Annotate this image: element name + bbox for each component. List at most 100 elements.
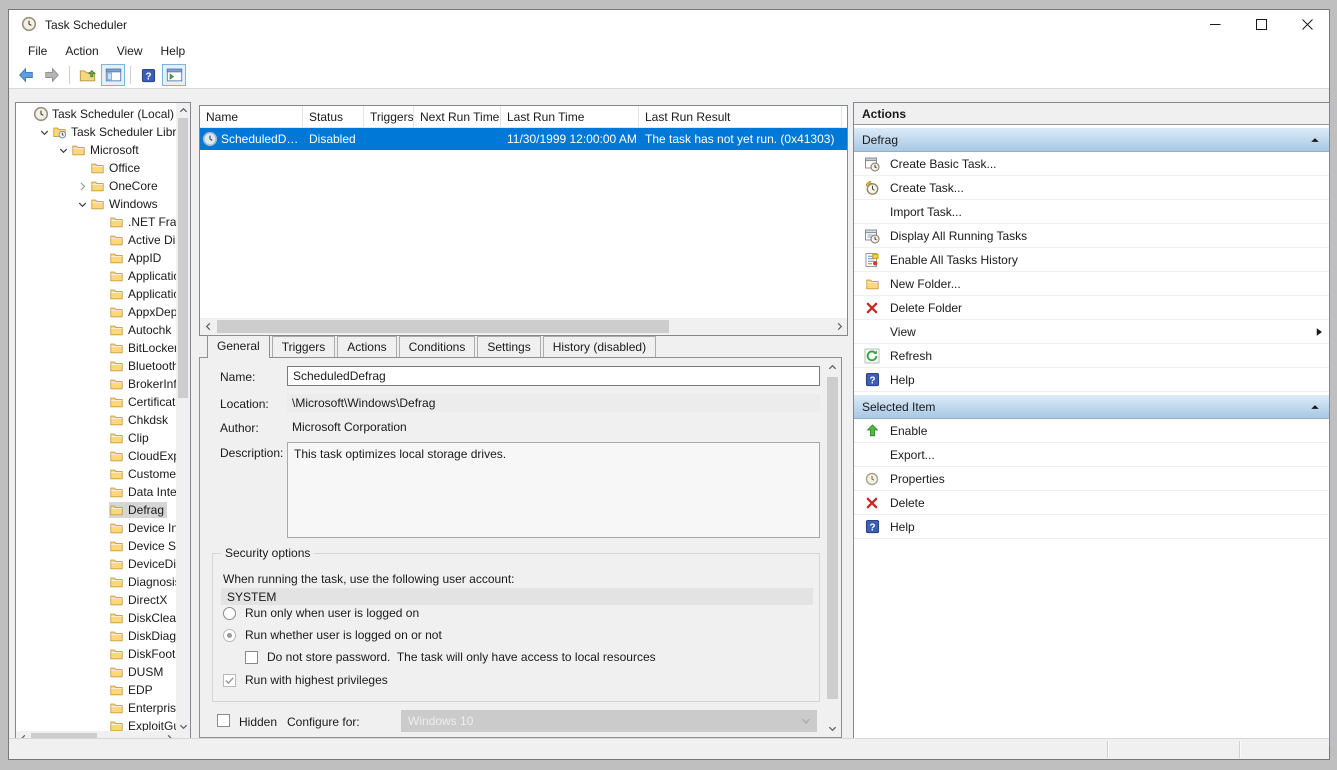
collapse-icon[interactable] <box>1309 401 1321 413</box>
tree-item-active-directory-rights[interactable]: Active Directory Rights <box>16 231 176 249</box>
action-item-create-basic-task[interactable]: Create Basic Task... <box>854 152 1329 176</box>
tree-item-chkdsk[interactable]: Chkdsk <box>16 411 176 429</box>
details-vertical-scrollbar[interactable] <box>825 360 840 736</box>
tree-item-net-framework[interactable]: .NET Framework <box>16 213 176 231</box>
tree-item-edp[interactable]: EDP <box>16 681 176 699</box>
action-item-enable[interactable]: Enable <box>854 419 1329 443</box>
help-button[interactable]: ? <box>136 64 160 86</box>
tab-conditions[interactable]: Conditions <box>399 336 476 357</box>
action-item-properties[interactable]: Properties <box>854 467 1329 491</box>
radio-unchecked[interactable] <box>223 607 236 620</box>
tree-item-devicedirectoryclient[interactable]: DeviceDirectoryClient <box>16 555 176 573</box>
tree-item-bitlocker[interactable]: BitLocker <box>16 339 176 357</box>
column-header-status[interactable]: Status <box>303 106 364 128</box>
collapse-icon[interactable] <box>1309 134 1321 146</box>
tree-item-applicationdata[interactable]: ApplicationData <box>16 285 176 303</box>
tree-item-microsoft[interactable]: Microsoft <box>16 141 176 159</box>
action-item-create-task[interactable]: Create Task... <box>854 176 1329 200</box>
tree-vscroll-thumb[interactable] <box>178 118 188 398</box>
name-field[interactable]: ScheduledDefrag <box>287 366 820 386</box>
action-item-new-folder[interactable]: New Folder... <box>854 272 1329 296</box>
action-item-export[interactable]: Export... <box>854 443 1329 467</box>
tab-settings[interactable]: Settings <box>477 336 540 357</box>
tree-item-clip[interactable]: Clip <box>16 429 176 447</box>
tree-item-defrag[interactable]: Defrag <box>16 501 176 519</box>
chevron-collapsed-icon[interactable] <box>75 179 90 194</box>
action-pane-button[interactable] <box>162 64 186 86</box>
actions-group-header-selected-item[interactable]: Selected Item <box>854 395 1329 419</box>
tree-item-device-setup[interactable]: Device Setup <box>16 537 176 555</box>
column-header-last-run-result[interactable]: Last Run Result <box>639 106 842 128</box>
action-item-view[interactable]: View <box>854 320 1329 344</box>
action-item-import-task[interactable]: Import Task... <box>854 200 1329 224</box>
scroll-right-arrow[interactable] <box>831 318 847 335</box>
back-button[interactable] <box>14 64 38 86</box>
scroll-down-arrow[interactable] <box>825 721 840 736</box>
tree-item-data-integrity-scan[interactable]: Data Integrity Scan <box>16 483 176 501</box>
scroll-up-arrow[interactable] <box>176 103 190 117</box>
tree-item-diagnosis[interactable]: Diagnosis <box>16 573 176 591</box>
chevron-expanded-icon[interactable] <box>56 143 71 158</box>
tree-vertical-scrollbar[interactable] <box>176 103 190 733</box>
action-item-delete-folder[interactable]: Delete Folder <box>854 296 1329 320</box>
tree-item-bluetooth[interactable]: Bluetooth <box>16 357 176 375</box>
column-header-next-run-time[interactable]: Next Run Time <box>414 106 501 128</box>
tab-history-disabled-[interactable]: History (disabled) <box>543 336 656 357</box>
chevron-expanded-icon[interactable] <box>37 125 52 140</box>
action-item-delete[interactable]: Delete <box>854 491 1329 515</box>
tree-item-directx[interactable]: DirectX <box>16 591 176 609</box>
task-list-horizontal-scrollbar[interactable] <box>200 318 847 335</box>
tab-triggers[interactable]: Triggers <box>272 336 336 357</box>
scroll-left-arrow[interactable] <box>200 318 216 335</box>
tab-actions[interactable]: Actions <box>337 336 396 357</box>
forward-button[interactable] <box>40 64 64 86</box>
tree-item-appid[interactable]: AppID <box>16 249 176 267</box>
action-item-display-all-running-tasks[interactable]: Display All Running Tasks <box>854 224 1329 248</box>
menu-file[interactable]: File <box>19 41 56 61</box>
tree-item-brokerinfrastructure[interactable]: BrokerInfrastructure <box>16 375 176 393</box>
tree-item-task-scheduler-library[interactable]: Task Scheduler Library <box>16 123 176 141</box>
task-row-scheduleddefrag[interactable]: ScheduledDefragDisabled11/30/1999 12:00:… <box>200 128 848 150</box>
actions-group-header-defrag[interactable]: Defrag <box>854 128 1329 152</box>
hidden-checkbox[interactable] <box>217 714 230 727</box>
console-panes-button[interactable] <box>101 64 125 86</box>
column-header-name[interactable]: Name <box>200 106 303 128</box>
tree-item-task-scheduler-local[interactable]: Task Scheduler (Local) <box>16 105 176 123</box>
action-item-help[interactable]: ?Help <box>854 368 1329 392</box>
description-field[interactable]: This task optimizes local storage drives… <box>287 442 820 538</box>
tree-item-windows[interactable]: Windows <box>16 195 176 213</box>
tree-item-diskfootprint[interactable]: DiskFootprint <box>16 645 176 663</box>
tree-item-application-experience[interactable]: Application Experience <box>16 267 176 285</box>
tab-general[interactable]: General <box>207 335 270 358</box>
tree-item-device-information[interactable]: Device Information <box>16 519 176 537</box>
column-header-triggers[interactable]: Triggers <box>364 106 414 128</box>
tree-item-certificateservicesclient[interactable]: CertificateServicesClient <box>16 393 176 411</box>
scroll-up-arrow[interactable] <box>825 360 840 375</box>
action-item-help[interactable]: ?Help <box>854 515 1329 539</box>
tree-item-onecore[interactable]: OneCore <box>16 177 176 195</box>
export-folder-button[interactable] <box>75 64 99 86</box>
list-hscroll-thumb[interactable] <box>217 320 669 333</box>
tree-item-diskdiagnostic[interactable]: DiskDiagnostic <box>16 627 176 645</box>
menu-view[interactable]: View <box>108 41 152 61</box>
tree-item-customer-experience-improvement-program[interactable]: Customer Experience Improvement Program <box>16 465 176 483</box>
configure-for-dropdown[interactable]: Windows 10 <box>401 710 817 732</box>
tree-item-enterprisemgmt[interactable]: EnterpriseMgmt <box>16 699 176 717</box>
details-vscroll-thumb[interactable] <box>827 377 838 699</box>
tree-item-diskcleanup[interactable]: DiskCleanup <box>16 609 176 627</box>
minimize-button[interactable] <box>1200 10 1230 39</box>
action-item-enable-all-tasks-history[interactable]: Enable All Tasks History <box>854 248 1329 272</box>
menu-action[interactable]: Action <box>56 41 107 61</box>
checkbox-unchecked[interactable] <box>245 651 258 664</box>
checkbox-checked[interactable] <box>223 674 236 687</box>
menu-help[interactable]: Help <box>152 41 195 61</box>
tree-item-appxdeploymentclient[interactable]: AppxDeploymentClient <box>16 303 176 321</box>
tree-item-cloudexperiencehost[interactable]: CloudExperienceHost <box>16 447 176 465</box>
radio-checked[interactable] <box>223 629 236 642</box>
chevron-expanded-icon[interactable] <box>75 197 90 212</box>
maximize-button[interactable] <box>1246 10 1276 39</box>
tree-item-dusm[interactable]: DUSM <box>16 663 176 681</box>
tree-item-office[interactable]: Office <box>16 159 176 177</box>
tree-item-autochk[interactable]: Autochk <box>16 321 176 339</box>
action-item-refresh[interactable]: Refresh <box>854 344 1329 368</box>
